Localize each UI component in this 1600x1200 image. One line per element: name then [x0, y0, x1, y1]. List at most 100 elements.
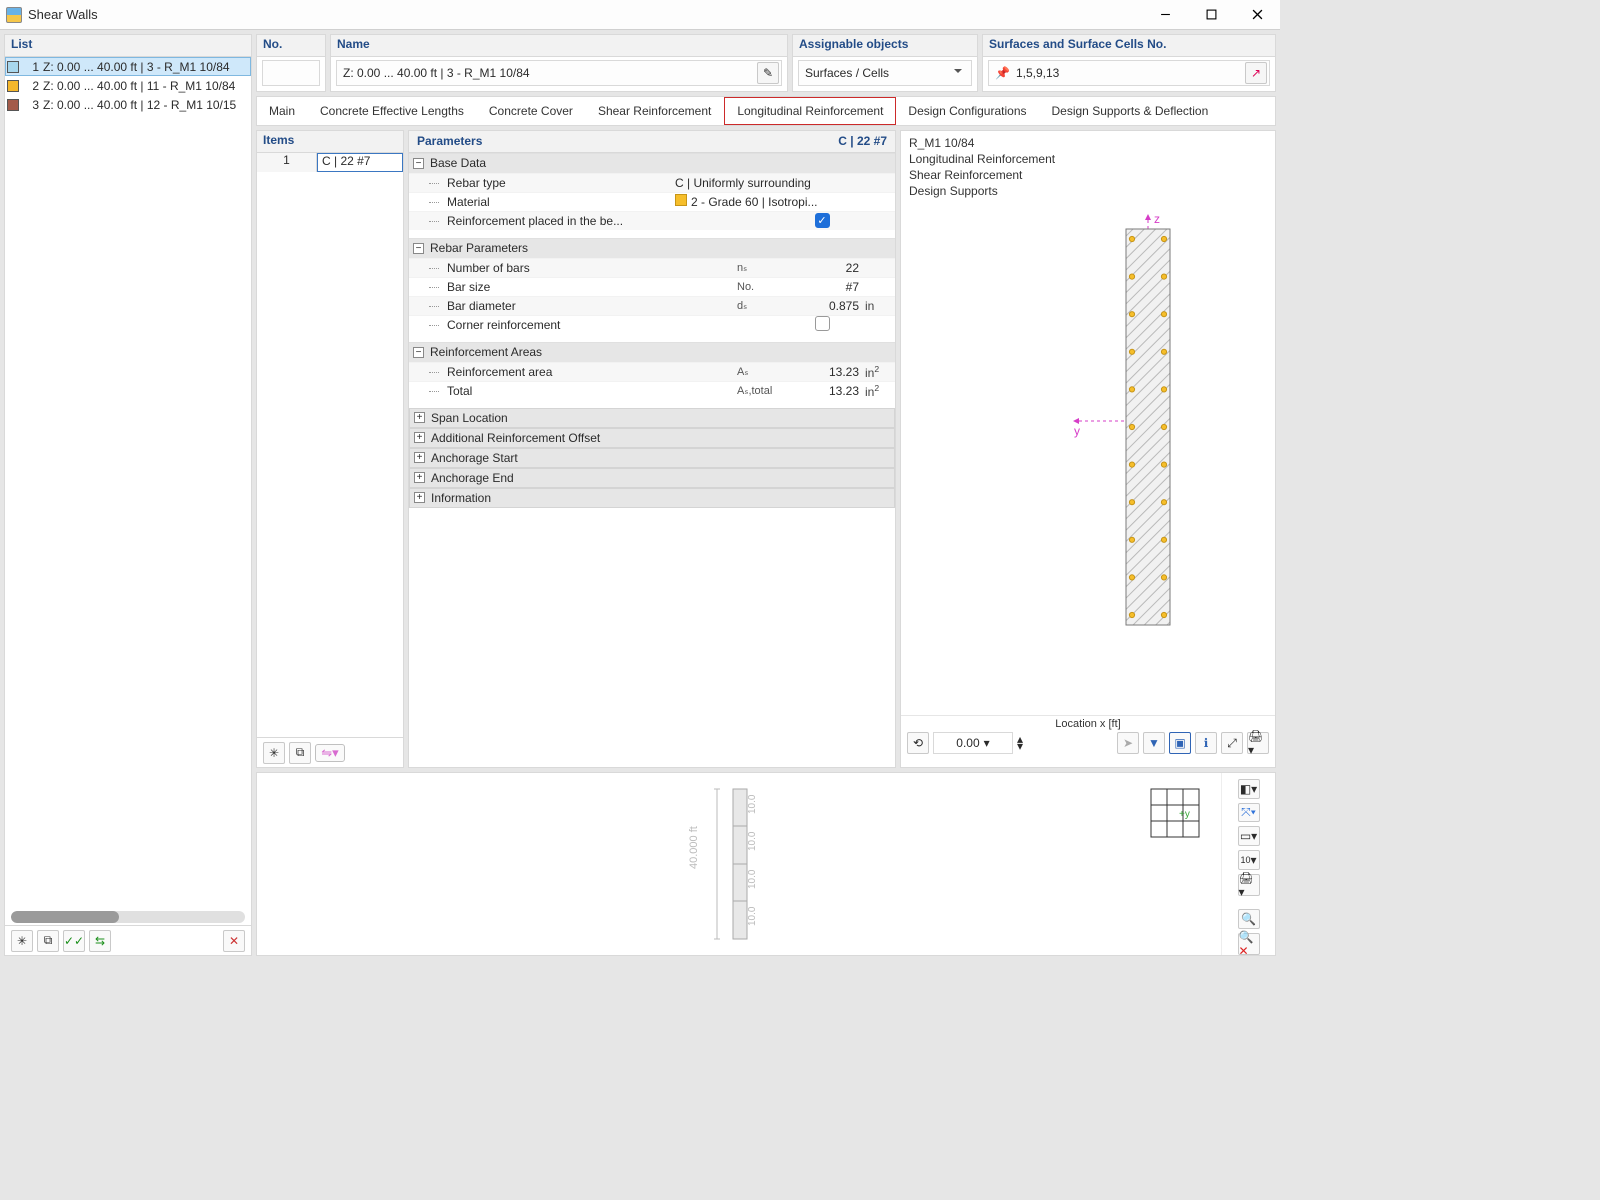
- wall-elevation-graphic: 40.000 ft 10.0 10.0 10.0 10.0: [679, 779, 799, 949]
- list-item[interactable]: 3 Z: 0.00 ... 40.00 ft | 12 - R_M1 10/15: [5, 95, 251, 114]
- tab-shear-reinforcement[interactable]: Shear Reinforcement: [586, 97, 724, 125]
- search-button[interactable]: 🔍: [1238, 909, 1260, 929]
- items-panel: Items 1 C | 22 #7 ✳ ⧉ ⇋▾: [256, 130, 404, 769]
- collapse-icon[interactable]: −: [413, 158, 424, 169]
- tab-bar: Main Concrete Effective Lengths Concrete…: [256, 96, 1276, 126]
- copy-row-button[interactable]: ⧉: [289, 742, 311, 764]
- svg-text:40.000 ft: 40.000 ft: [688, 826, 700, 869]
- viz-refresh-button[interactable]: ⟲: [907, 732, 929, 754]
- parameter-group[interactable]: +Information: [409, 488, 895, 508]
- pin-icon: 📌: [995, 66, 1010, 80]
- list-item[interactable]: 2 Z: 0.00 ... 40.00 ft | 11 - R_M1 10/84: [5, 76, 251, 95]
- parameter-row[interactable]: Rebar typeC | Uniformly surrounding: [409, 173, 895, 192]
- assignable-dropdown[interactable]: Surfaces / Cells: [798, 60, 972, 86]
- parameter-row[interactable]: Material2 - Grade 60 | Isotropi...: [409, 192, 895, 211]
- collapse-icon[interactable]: −: [413, 347, 424, 358]
- print-section-button[interactable]: 🖨▾: [1238, 874, 1260, 896]
- expand-icon[interactable]: +: [414, 412, 425, 423]
- expand-icon[interactable]: +: [414, 492, 425, 503]
- window-title: Shear Walls: [28, 7, 98, 22]
- material-swatch-icon: [675, 194, 687, 206]
- items-header: Items: [257, 131, 403, 153]
- viz-filter-arrow-button[interactable]: ➤: [1117, 732, 1139, 754]
- list-item[interactable]: 1 Z: 0.00 ... 40.00 ft | 3 - R_M1 10/84: [5, 57, 251, 76]
- clip-button[interactable]: ▭▾: [1238, 826, 1260, 846]
- viz-filter-button[interactable]: ▼: [1143, 732, 1165, 754]
- items-row[interactable]: 1 C | 22 #7: [257, 153, 403, 172]
- app-icon: [6, 7, 22, 23]
- tab-concrete-cover[interactable]: Concrete Cover: [477, 97, 586, 125]
- tab-design-supports-deflection[interactable]: Design Supports & Deflection: [1040, 97, 1222, 125]
- parameter-group[interactable]: +Anchorage Start: [409, 448, 895, 468]
- wall-cross-section-graphic: z y: [958, 211, 1218, 631]
- new-item-button[interactable]: ✳: [11, 930, 33, 952]
- expand-icon[interactable]: +: [414, 452, 425, 463]
- parameter-row[interactable]: Reinforcement placed in the be...✓: [409, 211, 895, 230]
- checkbox[interactable]: ✓: [815, 213, 830, 228]
- scale-10-button[interactable]: 10▾: [1238, 850, 1260, 870]
- viz-info-button[interactable]: ℹ: [1195, 732, 1217, 754]
- name-input[interactable]: Z: 0.00 ... 40.00 ft | 3 - R_M1 10/84 ✎: [336, 60, 782, 86]
- parameter-group[interactable]: −Rebar Parameters: [409, 238, 895, 258]
- viz-info: R_M1 10/84 Longitudinal Reinforcement Sh…: [901, 131, 1275, 203]
- horizontal-scrollbar[interactable]: [11, 911, 245, 923]
- svg-text:10.0: 10.0: [747, 869, 758, 889]
- no-input[interactable]: [262, 60, 320, 86]
- link-indicator-icon[interactable]: ⇋▾: [315, 744, 345, 762]
- parameter-row[interactable]: Number of barsnₛ22: [409, 258, 895, 277]
- parameters-panel: Parameters C | 22 #7 −Base DataRebar typ…: [408, 130, 896, 769]
- parameter-row[interactable]: Bar sizeNo.#7: [409, 277, 895, 296]
- location-input[interactable]: 0.00 ▾: [933, 732, 1013, 754]
- check-list-button[interactable]: ✓✓: [63, 930, 85, 952]
- edit-name-icon[interactable]: ✎: [757, 62, 779, 84]
- surfaces-input[interactable]: 📌 1,5,9,13 ↗: [988, 60, 1270, 86]
- expand-icon[interactable]: +: [414, 432, 425, 443]
- parameter-row[interactable]: Corner reinforcement: [409, 315, 895, 334]
- tab-main[interactable]: Main: [257, 97, 308, 125]
- svg-text:10.0: 10.0: [747, 831, 758, 851]
- minimize-button[interactable]: [1142, 0, 1188, 30]
- chevron-down-icon[interactable]: ▾: [984, 736, 990, 750]
- parameter-row[interactable]: TotalAₛ,total13.23in2: [409, 381, 895, 400]
- axes-button[interactable]: ⤧▾: [1238, 803, 1260, 823]
- close-button[interactable]: [1234, 0, 1280, 30]
- viz-orient-button[interactable]: ▣: [1169, 732, 1191, 754]
- maximize-button[interactable]: [1188, 0, 1234, 30]
- viz-print-button[interactable]: 🖨 ▾: [1247, 732, 1269, 754]
- parameter-row[interactable]: Bar diameterdₛ0.875in: [409, 296, 895, 315]
- svg-text:10.0: 10.0: [747, 906, 758, 926]
- checkbox[interactable]: [815, 316, 830, 331]
- expand-icon[interactable]: +: [414, 472, 425, 483]
- color-swatch-icon: [7, 61, 19, 73]
- sidebar-header: List: [5, 35, 251, 57]
- parameter-group[interactable]: −Base Data: [409, 153, 895, 173]
- sidebar-list-panel: List 1 Z: 0.00 ... 40.00 ft | 3 - R_M1 1…: [4, 34, 252, 956]
- svg-text:y: y: [1074, 424, 1080, 438]
- step-down-icon[interactable]: ▾: [1017, 743, 1023, 750]
- pick-surfaces-icon[interactable]: ↗: [1245, 62, 1267, 84]
- parameter-group[interactable]: +Anchorage End: [409, 468, 895, 488]
- svg-text:10.0: 10.0: [747, 794, 758, 814]
- copy-item-button[interactable]: ⧉: [37, 930, 59, 952]
- clear-search-button[interactable]: 🔍✕: [1238, 933, 1260, 955]
- parameters-header: Parameters: [417, 134, 482, 148]
- tab-longitudinal-reinforcement[interactable]: Longitudinal Reinforcement: [724, 97, 896, 125]
- svg-text:+y: +y: [1179, 809, 1190, 820]
- collapse-icon[interactable]: −: [413, 243, 424, 254]
- new-row-button[interactable]: ✳: [263, 742, 285, 764]
- tab-concrete-effective-lengths[interactable]: Concrete Effective Lengths: [308, 97, 477, 125]
- view-3d-button[interactable]: ◧▾: [1238, 779, 1260, 799]
- delete-item-button[interactable]: ✕: [223, 930, 245, 952]
- parameter-group[interactable]: +Additional Reinforcement Offset: [409, 428, 895, 448]
- parameter-row[interactable]: Reinforcement areaAₛ13.23in2: [409, 362, 895, 381]
- mini-axes-widget[interactable]: +y: [1141, 779, 1211, 849]
- viz-scale-button[interactable]: ⤢: [1221, 732, 1243, 754]
- filter-list-button[interactable]: ⇆: [89, 930, 111, 952]
- parameter-group[interactable]: −Reinforcement Areas: [409, 342, 895, 362]
- parameter-group[interactable]: +Span Location: [409, 408, 895, 428]
- tab-design-configurations[interactable]: Design Configurations: [896, 97, 1039, 125]
- sidebar-body: 1 Z: 0.00 ... 40.00 ft | 3 - R_M1 10/84 …: [5, 57, 251, 909]
- surfaces-label: Surfaces and Surface Cells No.: [983, 35, 1275, 57]
- parameters-header-right: C | 22 #7: [838, 134, 887, 148]
- visualization-panel: R_M1 10/84 Longitudinal Reinforcement Sh…: [900, 130, 1276, 769]
